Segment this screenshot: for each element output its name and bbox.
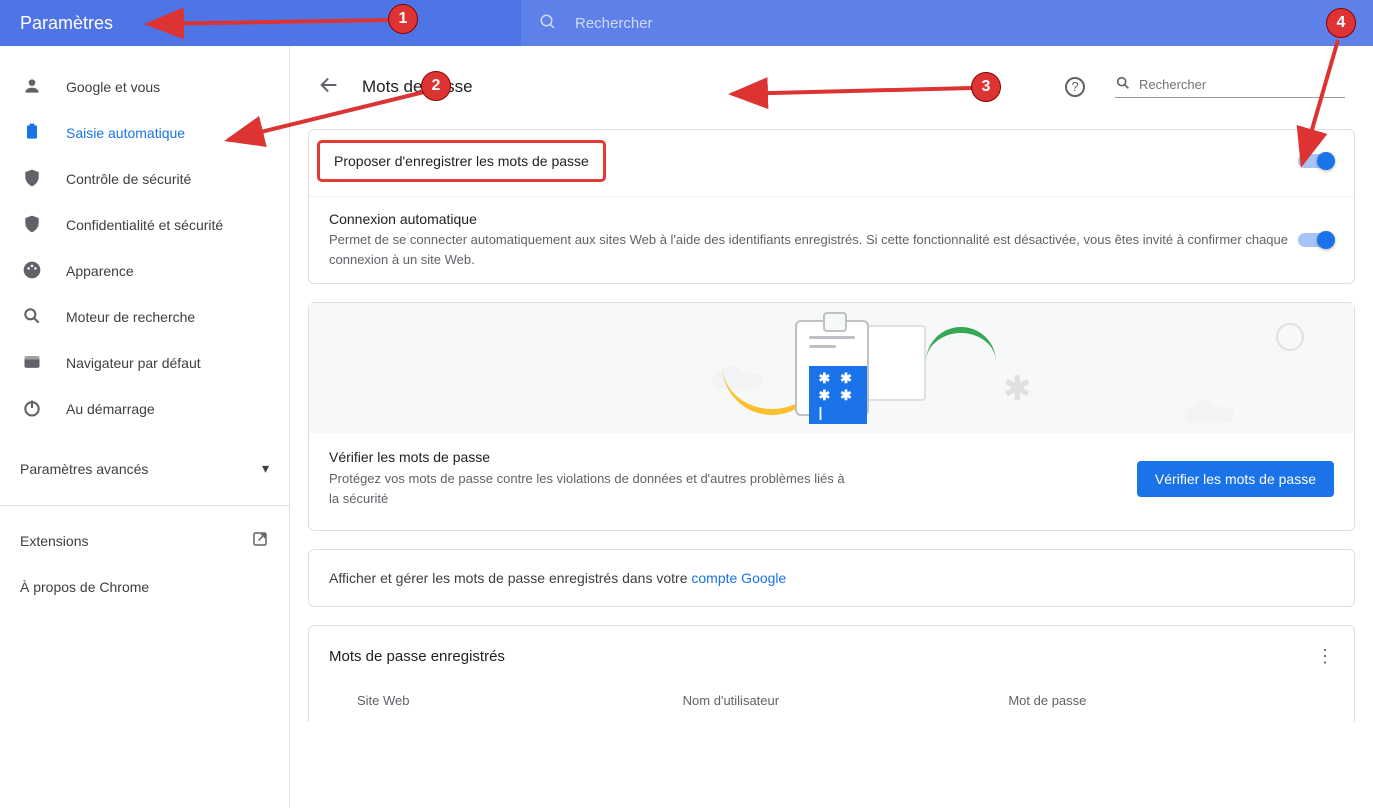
password-badge: ✱ ✱ ✱ ✱ | <box>809 366 867 424</box>
clipboard-shape: ✱ ✱ ✱ ✱ | <box>795 320 869 416</box>
sidebar-item-startup[interactable]: Au démarrage <box>0 386 289 432</box>
person-icon <box>20 76 44 99</box>
annotation-marker-2: 2 <box>421 71 451 101</box>
offer-save-label: Proposer d'enregistrer les mots de passe <box>334 153 589 169</box>
saved-header: Mots de passe enregistrés ⋮ <box>309 626 1354 685</box>
auto-signin-toggle[interactable] <box>1298 233 1334 247</box>
top-header: Paramètres <box>0 0 1373 46</box>
auto-signin-label: Connexion automatique <box>329 211 1298 227</box>
back-button[interactable] <box>318 74 340 99</box>
check-button-label: Vérifier les mots de passe <box>1155 471 1316 487</box>
check-row: Vérifier les mots de passe Protégez vos … <box>309 433 1354 530</box>
search-icon <box>539 13 557 34</box>
manage-row: Afficher et gérer les mots de passe enre… <box>309 550 1354 606</box>
col-site: Site Web <box>357 693 683 708</box>
annotation-highlight: Proposer d'enregistrer les mots de passe <box>317 140 606 182</box>
external-link-icon <box>251 530 269 551</box>
chevron-down-icon: ▾ <box>262 460 269 477</box>
app-title: Paramètres <box>0 13 521 34</box>
asterisk-shape: ✱ <box>1003 369 1032 409</box>
help-icon[interactable]: ? <box>1065 77 1085 97</box>
app-title-text: Paramètres <box>20 13 113 33</box>
sidebar-label: Au démarrage <box>66 401 155 417</box>
extensions-label: Extensions <box>20 533 88 549</box>
toggles-card: Proposer d'enregistrer les mots de passe… <box>308 129 1355 284</box>
power-icon <box>20 398 44 421</box>
offer-save-row: Proposer d'enregistrer les mots de passe <box>309 130 1354 197</box>
global-search[interactable] <box>521 0 1373 46</box>
palette-icon <box>20 260 44 283</box>
auto-signin-desc: Permet de se connecter automatiquement a… <box>329 230 1298 269</box>
advanced-toggle[interactable]: Paramètres avancés ▾ <box>0 442 289 495</box>
sidebar-label: Saisie automatique <box>66 125 185 141</box>
sidebar-item-account[interactable]: Google et vous <box>0 64 289 110</box>
sidebar-item-safety[interactable]: Contrôle de sécurité <box>0 156 289 202</box>
green-arc <box>926 327 996 362</box>
auto-signin-row: Connexion automatique Permet de se conne… <box>309 197 1354 283</box>
shield-check-icon <box>20 168 44 191</box>
sidebar: Google et vous Saisie automatique Contrô… <box>0 46 290 808</box>
browser-icon <box>20 352 44 375</box>
sidebar-item-about[interactable]: À propos de Chrome <box>0 565 289 609</box>
main-content: Mots de passe ? Proposer d'enregistrer l… <box>290 46 1373 808</box>
page-search[interactable] <box>1115 75 1345 98</box>
col-pass: Mot de passe <box>1008 693 1334 708</box>
annotation-marker-1: 1 <box>388 4 418 34</box>
advanced-label: Paramètres avancés <box>20 461 148 477</box>
manage-text: Afficher et gérer les mots de passe enre… <box>329 570 691 586</box>
check-passwords-button[interactable]: Vérifier les mots de passe <box>1137 461 1334 497</box>
more-menu-icon[interactable]: ⋮ <box>1316 646 1334 667</box>
page-title: Mots de passe <box>362 77 1065 97</box>
divider <box>0 505 289 506</box>
page-search-input[interactable] <box>1139 77 1345 92</box>
sidebar-label: Apparence <box>66 263 134 279</box>
annotation-marker-3: 3 <box>971 72 1001 102</box>
illustration: ✱ ✱ ✱ ✱ | ✱ <box>309 303 1354 433</box>
sidebar-label: Google et vous <box>66 79 160 95</box>
offer-save-toggle[interactable] <box>1298 154 1334 168</box>
sidebar-label: Navigateur par défaut <box>66 355 201 371</box>
shield-icon <box>20 214 44 237</box>
col-user: Nom d'utilisateur <box>683 693 1009 708</box>
clipboard-icon <box>20 122 44 145</box>
global-search-input[interactable] <box>575 15 1355 32</box>
search-icon <box>20 306 44 329</box>
check-card: ✱ ✱ ✱ ✱ | ✱ Vérifier les mots de passe P… <box>308 302 1355 531</box>
manage-card: Afficher et gérer les mots de passe enre… <box>308 549 1355 607</box>
sidebar-item-search-engine[interactable]: Moteur de recherche <box>0 294 289 340</box>
sidebar-item-default-browser[interactable]: Navigateur par défaut <box>0 340 289 386</box>
sidebar-label: Moteur de recherche <box>66 309 195 325</box>
circle-shape <box>1276 323 1304 351</box>
sidebar-item-extensions[interactable]: Extensions <box>0 516 289 565</box>
saved-passwords-card: Mots de passe enregistrés ⋮ Site Web Nom… <box>308 625 1355 722</box>
sheet-shape <box>866 325 926 401</box>
search-icon <box>1115 75 1131 94</box>
sidebar-label: Confidentialité et sécurité <box>66 217 223 233</box>
check-title: Vérifier les mots de passe <box>329 449 1137 465</box>
page-header: Mots de passe ? <box>308 74 1355 99</box>
saved-title: Mots de passe enregistrés <box>329 648 505 665</box>
sidebar-item-autofill[interactable]: Saisie automatique <box>0 110 289 156</box>
sidebar-label: Contrôle de sécurité <box>66 171 191 187</box>
sidebar-item-appearance[interactable]: Apparence <box>0 248 289 294</box>
google-account-link[interactable]: compte Google <box>691 570 786 586</box>
cloud-shape <box>1184 407 1234 423</box>
annotation-marker-4: 4 <box>1326 8 1356 38</box>
check-desc: Protégez vos mots de passe contre les vi… <box>329 469 849 508</box>
table-header: Site Web Nom d'utilisateur Mot de passe <box>309 685 1354 722</box>
sidebar-item-privacy[interactable]: Confidentialité et sécurité <box>0 202 289 248</box>
about-label: À propos de Chrome <box>20 579 149 595</box>
